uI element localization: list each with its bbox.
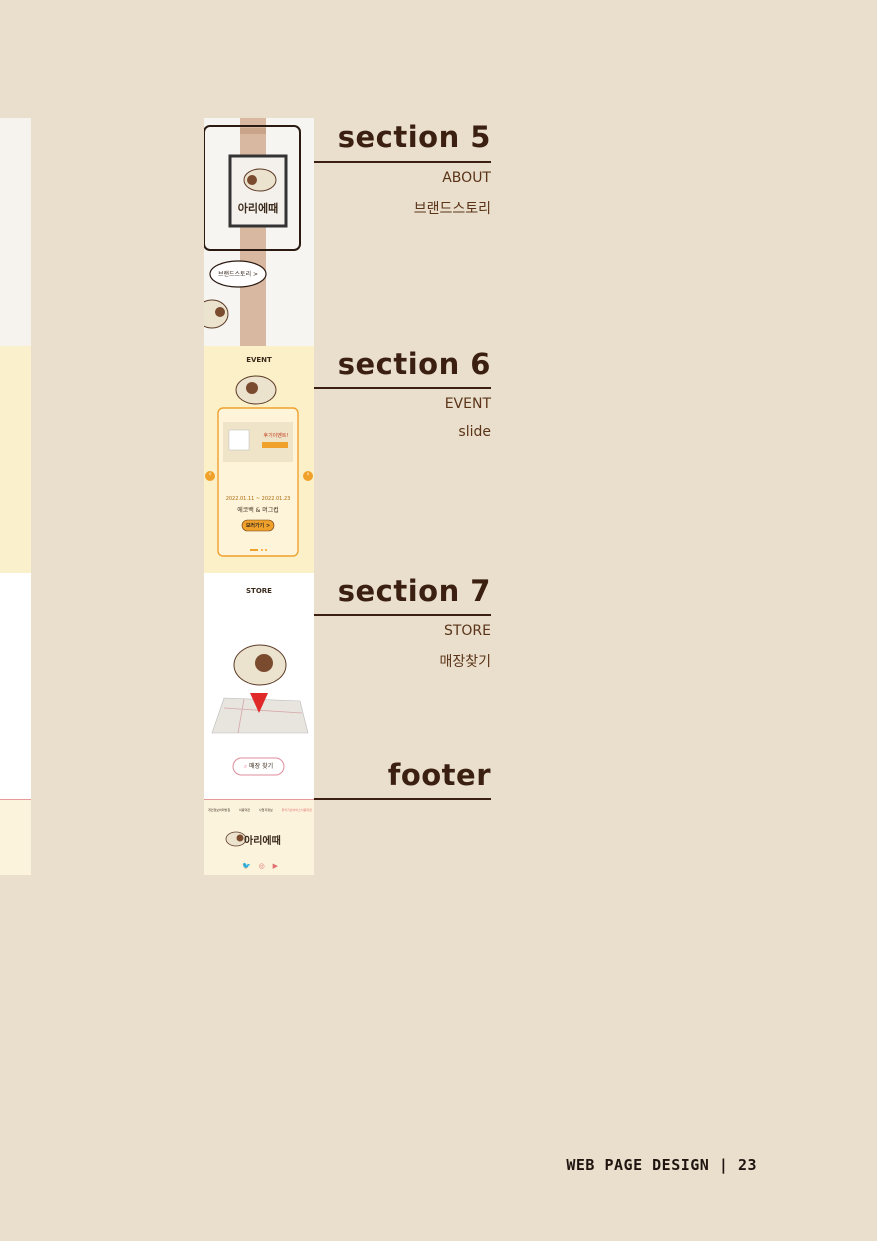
event-dates: 2022.01.11 ~ 2022.01.23 bbox=[225, 496, 291, 502]
mock-store-section: STORE ⌕ 매장 찾기 bbox=[204, 573, 314, 799]
social-icons: 🐦 ◎ ▶ bbox=[242, 862, 278, 870]
section-5-title: section 5 bbox=[337, 120, 491, 154]
section-7-rule bbox=[314, 614, 491, 616]
left-event-panel bbox=[0, 346, 31, 573]
event-name: 에코백 & 머그컵 bbox=[237, 507, 279, 514]
section-6-sub1: EVENT bbox=[444, 396, 491, 412]
section-6-rule bbox=[314, 387, 491, 389]
left-footer-panel bbox=[0, 799, 31, 875]
section-7-sub1: STORE bbox=[443, 623, 491, 639]
page-number: 23 bbox=[737, 1156, 757, 1174]
prev-slide-arrow[interactable]: ‹ bbox=[205, 470, 215, 478]
event-banner-text: 후기이벤트! bbox=[263, 433, 289, 439]
footer-brand: 아리에때 bbox=[244, 836, 281, 847]
mock-footer-section: 개인정보처리방침 이용약관 사업자정보 위치기반서비스이용약관 아리에때 🐦 ◎… bbox=[204, 799, 314, 875]
mobile-mockup: 아리에때 브랜드스토리 > EVENT 후기이벤트! ‹ › 2022.01.1… bbox=[204, 118, 314, 875]
instagram-icon[interactable]: ◎ bbox=[259, 862, 265, 870]
left-screen-strip bbox=[0, 118, 31, 875]
footer-rule bbox=[314, 798, 491, 800]
about-illustration bbox=[204, 118, 314, 346]
next-slide-arrow[interactable]: › bbox=[303, 470, 313, 478]
page-footer-divider: | bbox=[718, 1156, 738, 1174]
footer-title: footer bbox=[387, 758, 491, 792]
search-icon: ⌕ bbox=[243, 763, 248, 770]
left-store-panel bbox=[0, 573, 31, 799]
section-7-title: section 7 bbox=[337, 574, 491, 608]
twitter-icon[interactable]: 🐦 bbox=[242, 862, 251, 870]
find-store-label: 매장 찾기 bbox=[249, 763, 274, 770]
event-card-graphic bbox=[205, 375, 313, 557]
sign-text: 아리에때 bbox=[237, 202, 279, 215]
section-6-title: section 6 bbox=[337, 347, 491, 381]
section-5-sub2: 브랜드스토리 bbox=[413, 201, 491, 217]
brand-story-bubble[interactable]: 브랜드스토리 > bbox=[210, 269, 266, 278]
mock-event-section: EVENT 후기이벤트! ‹ › 2022.01.11 ~ 2022.01.23… bbox=[204, 346, 314, 573]
youtube-icon[interactable]: ▶ bbox=[273, 862, 278, 870]
section-5-rule bbox=[314, 161, 491, 163]
page-footer-label: WEB PAGE DESIGN bbox=[566, 1156, 710, 1174]
section-7-sub2: 매장찾기 bbox=[439, 654, 491, 670]
section-6-sub2: slide bbox=[458, 424, 491, 440]
mock-about-section: 아리에때 브랜드스토리 > bbox=[204, 118, 314, 346]
section-5-sub1: ABOUT bbox=[442, 170, 491, 186]
find-store-button[interactable]: ⌕ 매장 찾기 bbox=[233, 761, 284, 771]
page-footer: WEB PAGE DESIGN | 23 bbox=[566, 1156, 757, 1174]
event-cta-button[interactable]: 보러가기 > bbox=[242, 522, 274, 529]
left-about-panel bbox=[0, 118, 31, 346]
